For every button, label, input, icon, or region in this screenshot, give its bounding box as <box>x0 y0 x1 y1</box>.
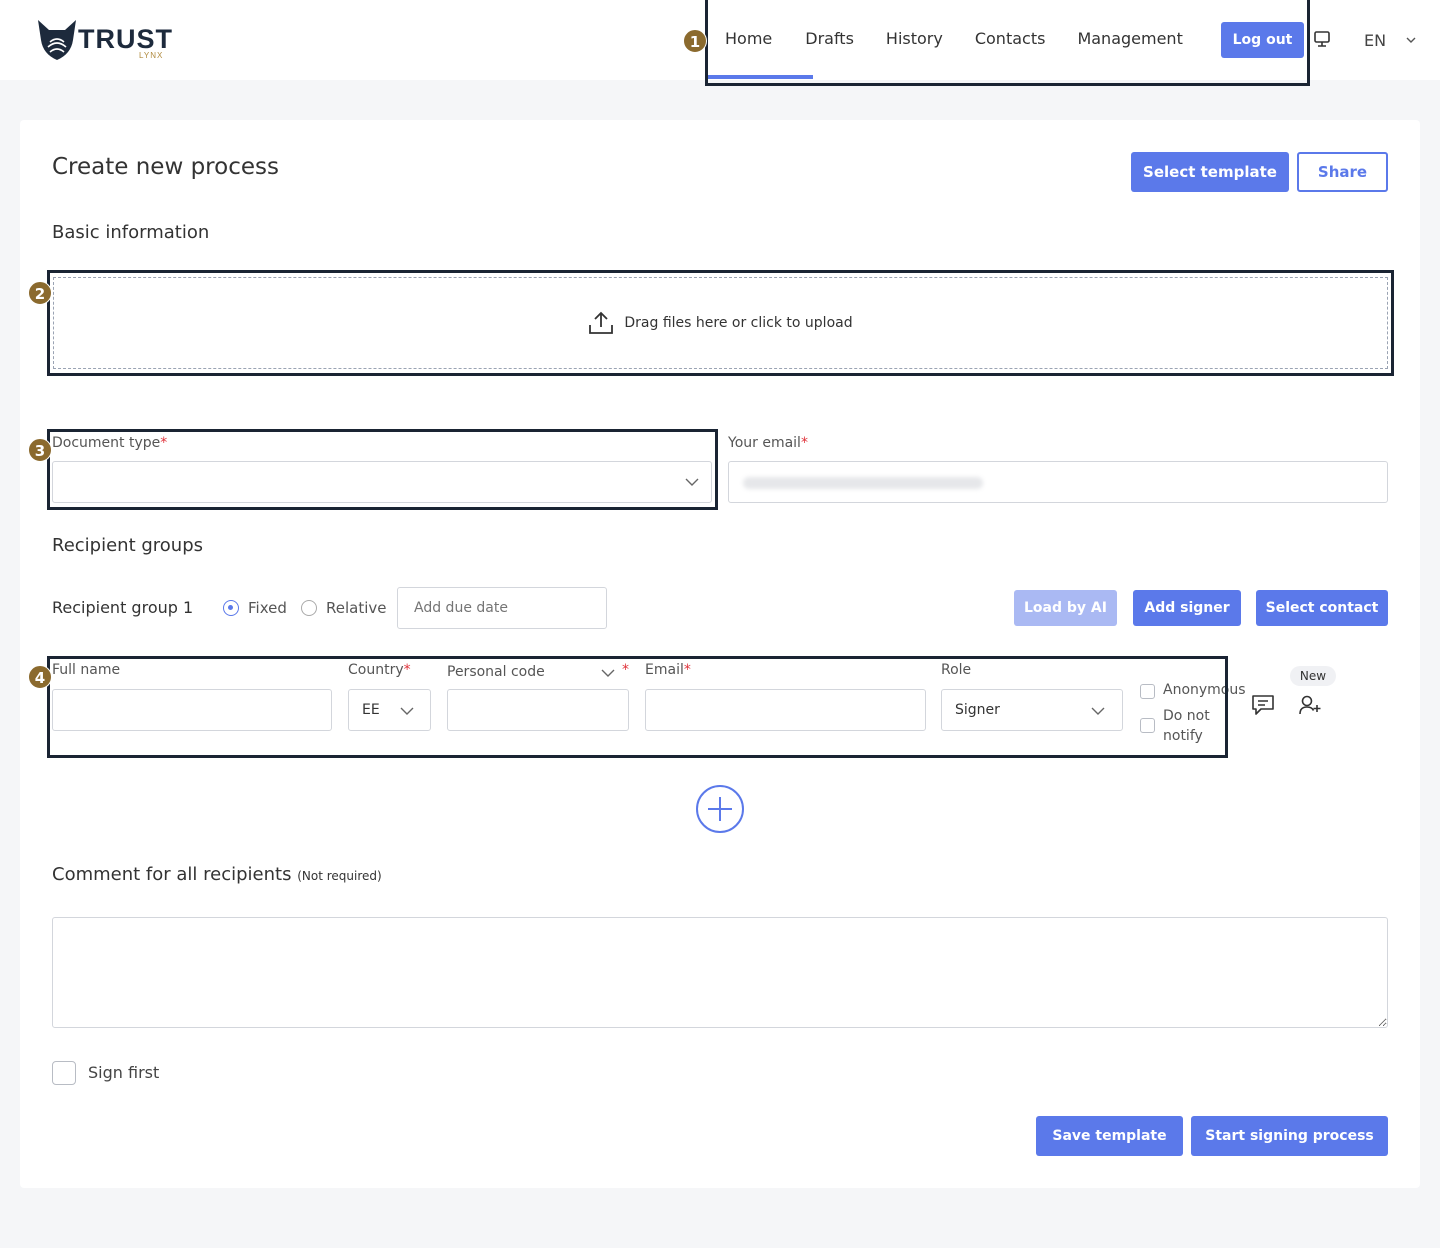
do-not-notify-checkbox[interactable] <box>1140 718 1155 733</box>
anonymous-label: Anonymous <box>1163 682 1246 698</box>
country-select[interactable]: EE <box>348 689 431 731</box>
upload-text: Drag files here or click to upload <box>624 315 853 331</box>
logout-button[interactable]: Log out <box>1221 22 1304 58</box>
role-label: Role <box>941 662 972 678</box>
email-label-text: Email <box>645 662 684 678</box>
required-mark: * <box>403 662 411 678</box>
annotation-badge-2: 2 <box>28 281 52 305</box>
relative-radio[interactable] <box>301 600 317 616</box>
country-label: Country* <box>348 662 411 678</box>
comment-heading-text: Comment for all recipients <box>52 864 292 885</box>
email-label: Email* <box>645 662 691 678</box>
required-mark: * <box>683 662 691 678</box>
chevron-down-icon[interactable] <box>601 668 615 678</box>
nav-home[interactable]: Home <box>707 0 814 80</box>
document-type-label: Document type* <box>52 435 167 451</box>
file-upload-zone[interactable]: Drag files here or click to upload <box>53 277 1388 369</box>
lynx-logo-icon <box>38 20 76 60</box>
required-mark: * <box>160 435 168 451</box>
your-email-label-text: Your email <box>728 435 801 451</box>
add-signer-button[interactable]: Add signer <box>1133 590 1241 626</box>
new-badge: New <box>1290 666 1336 686</box>
full-name-label: Full name <box>52 662 121 678</box>
relative-label: Relative <box>326 599 387 617</box>
comment-textarea[interactable] <box>52 917 1388 1028</box>
nav-contacts[interactable]: Contacts <box>975 0 1046 80</box>
logo-subtext: LYNX <box>139 51 164 60</box>
document-type-label-text: Document type <box>52 435 161 451</box>
share-button[interactable]: Share <box>1297 152 1388 192</box>
recipient-email-input[interactable] <box>645 689 926 731</box>
trustlynx-logo[interactable]: TRUST LYNX <box>36 16 186 64</box>
role-select[interactable]: Signer <box>941 689 1123 731</box>
required-mark: * <box>800 435 808 451</box>
chevron-down-icon <box>400 707 414 715</box>
document-type-select[interactable] <box>52 461 712 503</box>
your-email-input[interactable] <box>728 461 1388 503</box>
not-required-note: (Not required) <box>297 869 382 883</box>
sign-first-label: Sign first <box>88 1063 160 1082</box>
annotation-badge-4: 4 <box>28 665 52 689</box>
select-template-button[interactable]: Select template <box>1131 152 1289 192</box>
nav-history[interactable]: History <box>886 0 943 80</box>
save-template-button[interactable]: Save template <box>1036 1116 1183 1156</box>
full-name-input[interactable] <box>52 689 332 731</box>
personal-code-label: Personal code <box>447 664 545 680</box>
nav-marker <box>705 0 707 28</box>
comment-icon[interactable] <box>1251 694 1275 716</box>
start-signing-button[interactable]: Start signing process <box>1191 1116 1388 1156</box>
comment-heading: Comment for all recipients (Not required… <box>52 864 382 885</box>
blurred-email <box>743 477 983 489</box>
add-user-icon[interactable] <box>1298 694 1322 716</box>
sign-first-checkbox[interactable] <box>52 1061 76 1085</box>
annotation-badge-1: 1 <box>683 29 707 53</box>
top-header: TRUST LYNX Home Drafts History Contacts … <box>0 0 1440 80</box>
add-group-plus-icon[interactable] <box>695 784 745 834</box>
select-contact-button[interactable]: Select contact <box>1256 590 1388 626</box>
annotation-badge-3: 3 <box>28 438 52 462</box>
recipient-group-label: Recipient group 1 <box>52 598 194 617</box>
chevron-down-icon <box>1091 707 1105 715</box>
country-value: EE <box>362 702 380 718</box>
page-title: Create new process <box>52 154 279 180</box>
required-mark: * <box>622 662 629 678</box>
fixed-label: Fixed <box>248 599 287 617</box>
country-label-text: Country <box>348 662 404 678</box>
nav-management[interactable]: Management <box>1077 0 1182 80</box>
anonymous-checkbox[interactable] <box>1140 684 1155 699</box>
main-nav: Home Drafts History Contacts Management <box>707 0 1183 80</box>
monitor-icon[interactable] <box>1313 30 1331 48</box>
chevron-down-icon <box>685 478 699 486</box>
recipient-groups-heading: Recipient groups <box>52 535 204 556</box>
fixed-radio[interactable] <box>223 600 239 616</box>
load-by-ai-button[interactable]: Load by AI <box>1014 590 1117 626</box>
due-date-input[interactable] <box>397 587 607 629</box>
do-not-notify-label: Do not notify <box>1163 708 1210 744</box>
chevron-down-icon[interactable] <box>1405 34 1417 46</box>
upload-icon <box>589 311 614 334</box>
basic-info-heading: Basic information <box>52 222 210 243</box>
role-value: Signer <box>955 702 1000 718</box>
personal-code-input[interactable] <box>447 689 629 731</box>
your-email-label: Your email* <box>728 435 808 451</box>
nav-drafts[interactable]: Drafts <box>805 0 854 80</box>
language-selector[interactable]: EN <box>1364 31 1386 50</box>
